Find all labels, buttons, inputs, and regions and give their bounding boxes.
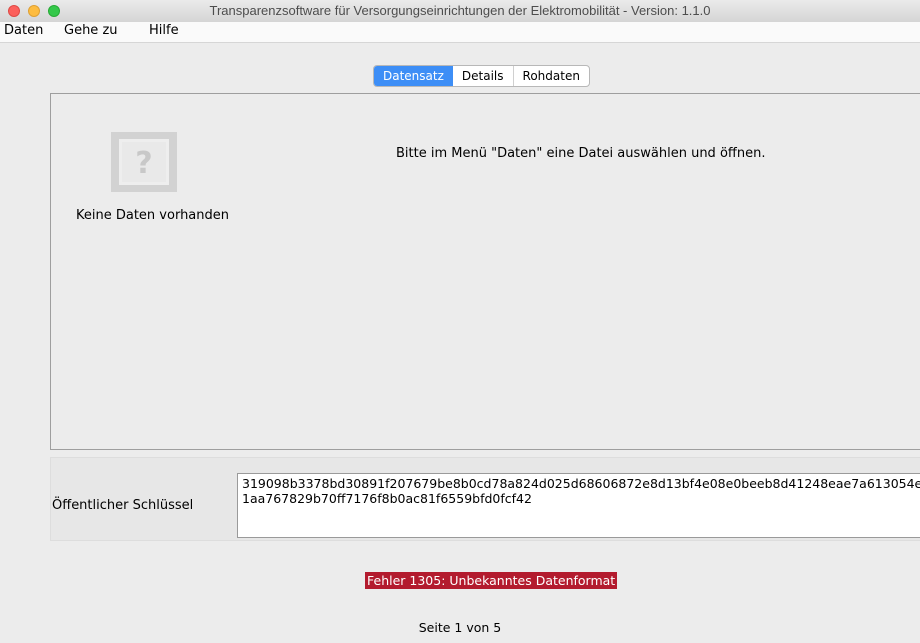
question-mark-icon: ? [111, 132, 177, 192]
no-data-label: Keine Daten vorhanden [76, 208, 229, 223]
menu-bar: Daten Gehe zu Hilfe [0, 22, 920, 43]
tab-bar: Datensatz Details Rohdaten [373, 65, 590, 87]
menu-gehe-zu[interactable]: Gehe zu [64, 23, 118, 38]
window-title: Transparenzsoftware für Versorgungseinri… [209, 3, 711, 18]
menu-hilfe[interactable]: Hilfe [149, 23, 179, 38]
open-file-hint: Bitte im Menü "Daten" eine Datei auswähl… [396, 146, 766, 161]
tab-datensatz[interactable]: Datensatz [374, 66, 453, 86]
public-key-field[interactable]: 319098b3378bd30891f207679be8b0cd78a824d0… [237, 473, 920, 538]
tab-details[interactable]: Details [453, 66, 514, 86]
tab-rohdaten[interactable]: Rohdaten [514, 66, 589, 86]
menu-daten[interactable]: Daten [4, 23, 43, 38]
page-indicator: Seite 1 von 5 [418, 620, 502, 635]
svg-text:?: ? [135, 146, 152, 181]
public-key-label: Öffentlicher Schlüssel [52, 498, 194, 513]
window-titlebar: Transparenzsoftware für Versorgungseinri… [0, 0, 920, 23]
error-message: Fehler 1305: Unbekanntes Datenformat [365, 572, 618, 589]
